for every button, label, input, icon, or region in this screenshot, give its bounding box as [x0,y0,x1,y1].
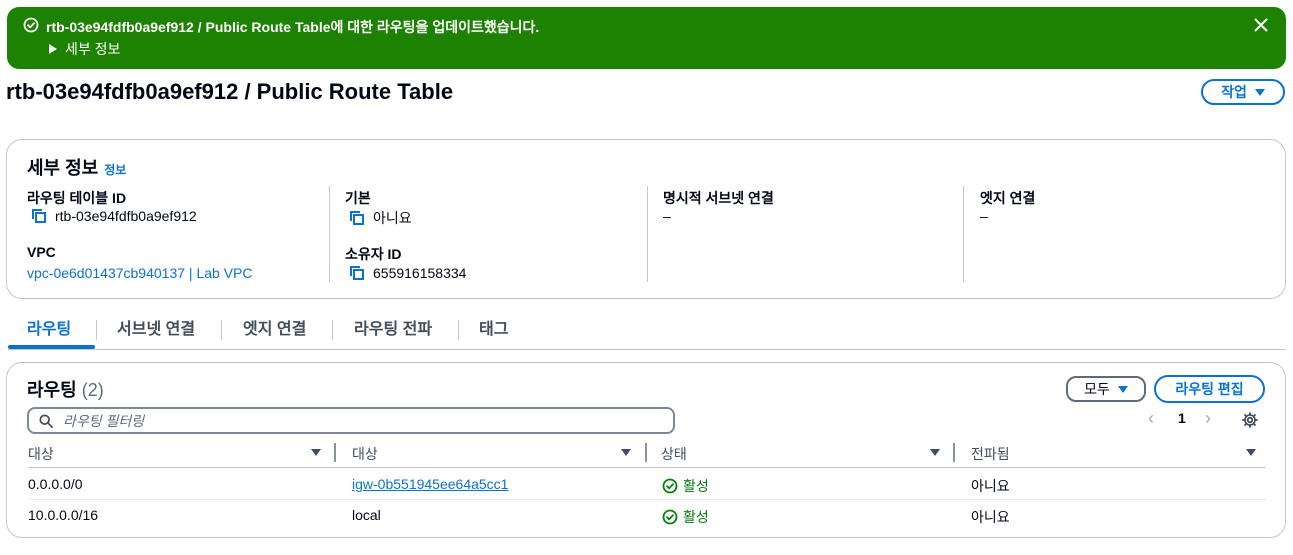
flash-details-toggle[interactable]: 세부 정보 [49,39,120,59]
sort-caret-icon[interactable] [311,449,321,456]
copy-icon[interactable] [349,265,365,281]
route-destination: 10.0.0.0/16 [28,507,99,523]
details-heading: 세부 정보 정보 [27,154,126,180]
edit-routes-label: 라우팅 편집 [1175,381,1244,397]
routes-table-header: 대상 대상 상태 전파됨 [28,440,1266,468]
search-icon [39,413,53,428]
pagination-prev-icon[interactable]: ‹ [1148,408,1154,429]
pagination-next-icon[interactable]: › [1205,408,1211,429]
route-table-id-text: rtb-03e94fdfb0a9ef912 [55,208,197,224]
filter-all-label: 모두 [1084,381,1110,397]
vpc-link[interactable]: vpc-0e6d01437cb940137 | Lab VPC [27,265,252,281]
table-row: 10.0.0.0/16 local 활성 아니요 [28,500,1266,531]
column-header-propagated[interactable]: 전파됨 [971,444,1010,464]
routes-heading-text: 라우팅 [27,380,77,400]
main-value-text: 아니요 [373,210,412,226]
owner-value: 655916158334 [349,265,466,281]
tab-tags[interactable]: 태그 [479,318,508,349]
tab-bar: 라우팅 서브넷 연결 엣지 연결 라우팅 전파 태그 [8,318,1286,350]
success-flash-banner: rtb-03e94fdfb0a9ef912 / Public Route Tab… [7,7,1286,69]
flash-route-table-ref: rtb-03e94fdfb0a9ef912 / Public Route Tab… [46,19,331,35]
route-destination: 0.0.0.0/0 [28,476,83,492]
owner-label: 소유자 ID [345,246,402,262]
active-tab-indicator [8,345,95,349]
tab-edge-associations[interactable]: 엣지 연결 [243,318,306,349]
tab-separator [96,320,97,340]
route-propagated: 아니요 [971,478,1010,494]
table-row: 0.0.0.0/0 igw-0b551945ee64a5cc1 활성 아니요 [28,469,1266,500]
edge-association-label: 엣지 연결 [980,190,1036,206]
edit-routes-button[interactable]: 라우팅 편집 [1154,375,1265,403]
tab-separator [332,320,333,340]
success-check-icon [23,17,39,33]
pagination-page-number[interactable]: 1 [1178,410,1186,426]
info-link[interactable]: 정보 [104,163,126,177]
filter-all-dropdown[interactable]: 모두 [1066,376,1146,402]
route-target: local [352,507,381,523]
route-status-text: 활성 [683,509,709,525]
routes-heading: 라우팅 (2) [27,376,104,402]
route-target-link[interactable]: igw-0b551945ee64a5cc1 [352,476,508,492]
column-divider [647,186,648,282]
column-resizer[interactable] [953,443,955,462]
tab-route-propagation[interactable]: 라우팅 전파 [354,318,432,349]
actions-label: 작업 [1221,84,1247,100]
route-propagated: 아니요 [971,509,1010,525]
caret-right-icon [49,44,57,54]
route-table-id-label: 라우팅 테이블 ID [27,190,127,206]
explicit-subnet-label: 명시적 서브넷 연결 [663,190,774,206]
actions-dropdown-button[interactable]: 작업 [1201,79,1285,105]
routes-count: (2) [81,380,104,400]
column-header-status[interactable]: 상태 [661,444,687,464]
column-divider [329,186,330,282]
column-header-target[interactable]: 대상 [352,444,378,464]
sort-caret-icon[interactable] [1246,449,1256,456]
vpc-label: VPC [27,244,56,260]
tab-separator [458,320,459,340]
copy-icon[interactable] [31,208,47,224]
main-value: 아니요 [349,208,412,228]
edge-association-value: – [980,208,988,224]
status-success-icon [662,509,678,525]
flash-message: rtb-03e94fdfb0a9ef912 / Public Route Tab… [46,17,539,37]
column-divider [963,186,964,282]
sort-caret-icon[interactable] [930,449,940,456]
route-status: 활성 [662,476,709,496]
page-title: rtb-03e94fdfb0a9ef912 / Public Route Tab… [6,79,454,104]
search-input[interactable] [63,412,623,429]
column-resizer[interactable] [645,443,647,462]
route-status-text: 활성 [683,478,709,494]
tab-separator [221,320,222,340]
status-success-icon [662,478,678,494]
route-filter-search[interactable] [27,407,675,434]
route-status: 활성 [662,507,709,527]
close-icon[interactable] [1253,17,1269,33]
settings-gear-icon[interactable] [1242,412,1258,428]
route-table-id-value: rtb-03e94fdfb0a9ef912 [31,208,197,224]
details-panel: 세부 정보 정보 라우팅 테이블 ID rtb-03e94fdfb0a9ef912… [6,139,1286,299]
caret-down-icon [1117,385,1128,393]
flash-message-suffix: 에 대한 라우팅을 업데이트했습니다. [330,19,540,35]
owner-value-text: 655916158334 [373,265,467,281]
main-label: 기본 [345,190,371,206]
flash-details-label: 세부 정보 [65,41,121,57]
copy-icon[interactable] [349,210,365,226]
sort-caret-icon[interactable] [621,449,631,456]
details-heading-text: 세부 정보 [27,158,99,178]
explicit-subnet-value: – [663,208,671,224]
tab-subnet-associations[interactable]: 서브넷 연결 [117,318,195,349]
column-resizer[interactable] [334,443,336,462]
column-header-destination[interactable]: 대상 [28,444,54,464]
caret-down-icon [1254,88,1265,96]
